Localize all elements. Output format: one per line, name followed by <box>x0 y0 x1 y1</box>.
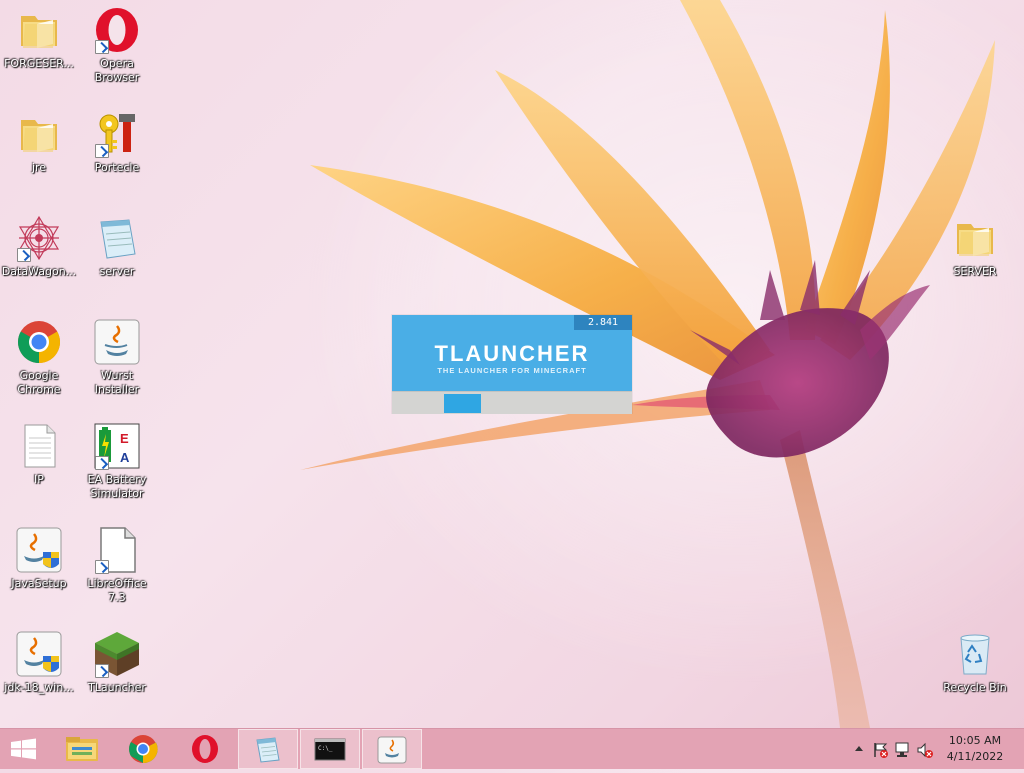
taskbar-clock[interactable]: 10:05 AM 4/11/2022 <box>940 733 1010 765</box>
command-prompt-icon: C:\_ <box>314 738 346 761</box>
volume-muted-icon[interactable] <box>916 741 934 759</box>
shortcut-arrow-icon <box>95 664 109 678</box>
desktop-icon-opera[interactable]: Opera Browser <box>78 6 156 85</box>
desktop-icon-tlauncher[interactable]: TLauncher <box>78 630 156 695</box>
shortcut-arrow-icon <box>95 456 109 470</box>
clock-date: 4/11/2022 <box>946 750 1004 763</box>
eabattery-icon: E A <box>93 422 141 470</box>
desktop-icon-recyclebin[interactable]: Recycle Bin <box>936 630 1014 695</box>
tlauncher-progress-indicator <box>444 394 481 413</box>
svg-text:A: A <box>120 450 130 465</box>
tlauncher-version: 2.841 <box>574 315 632 330</box>
desktop-icon-label: SERVER <box>953 265 997 278</box>
desktop-icon-eabattery[interactable]: E A EA Battery Simulator <box>78 422 156 501</box>
shortcut-arrow-icon <box>95 40 109 54</box>
chrome-icon <box>15 318 63 366</box>
shortcut-arrow-icon <box>95 560 109 574</box>
desktop-icon-javasetup[interactable]: JavaSetup <box>0 526 78 591</box>
desktop-icon-label: EA Battery Simulator <box>87 473 147 500</box>
desktop-icon-label: jre <box>31 161 47 174</box>
desktop-icon-label: Portecle <box>94 161 140 174</box>
desktop-icon-label: Opera Browser <box>94 57 140 84</box>
taskbar-opera[interactable] <box>175 729 235 769</box>
desktop-icon-server-folder[interactable]: SERVER <box>936 214 1014 279</box>
recyclebin-icon <box>951 630 999 678</box>
desktop-icon-label: JavaSetup <box>11 577 67 590</box>
grassblock-icon <box>93 630 141 678</box>
tlauncher-progress-bar <box>392 391 632 414</box>
svg-text:C:\_: C:\_ <box>318 745 333 752</box>
desktop-icon-label: IP <box>34 473 44 486</box>
desktop-icon-portecle[interactable]: Portecle <box>78 110 156 175</box>
notepad-icon <box>256 737 280 763</box>
desktop-icon-wurst[interactable]: Wurst Installer <box>78 318 156 397</box>
system-tray: 10:05 AM 4/11/2022 <box>844 729 1024 769</box>
desktop-icon-label: jdk-18_win... <box>4 681 74 694</box>
desktop-icon-label: Recycle Bin <box>943 681 1007 694</box>
opera-icon <box>192 735 218 763</box>
network-icon[interactable] <box>894 741 912 759</box>
portecle-icon <box>93 110 141 158</box>
javasetup-icon <box>15 630 63 678</box>
taskbar-notepad[interactable] <box>238 729 298 769</box>
desktop-icon-libreoffice[interactable]: LibreOffice 7.3 <box>78 526 156 605</box>
desktop-icon-ip[interactable]: IP <box>0 422 78 487</box>
taskbar-command-prompt[interactable]: C:\_ <box>300 729 360 769</box>
chrome-icon <box>129 735 158 764</box>
show-hidden-icon[interactable] <box>852 741 866 757</box>
taskbar-chrome[interactable] <box>113 729 173 769</box>
tlauncher-subtitle: THE LAUNCHER FOR MINECRAFT <box>437 366 587 375</box>
folder-icon <box>951 214 999 262</box>
file-explorer-icon <box>66 737 98 761</box>
datawagon-icon <box>15 214 63 262</box>
libreoffice-icon <box>93 526 141 574</box>
start-button[interactable] <box>0 729 60 769</box>
tlauncher-splash: 2.841 TLAUNCHER THE LAUNCHER FOR MINECRA… <box>392 315 632 414</box>
clock-time: 10:05 AM <box>948 734 1002 747</box>
action-center-flag-icon[interactable] <box>872 741 890 759</box>
desktop-icon-jre[interactable]: jre <box>0 110 78 175</box>
desktop-icon-forgeserver[interactable]: FORGESER... <box>0 6 78 71</box>
desktop-icon-label: Wurst Installer <box>94 369 140 396</box>
taskbar: C:\_ 10:05 AM 4/11/2022 <box>0 728 1024 769</box>
shortcut-arrow-icon <box>95 144 109 158</box>
opera-icon <box>93 6 141 54</box>
tlauncher-title: TLAUNCHER <box>434 341 590 366</box>
javasetup-icon <box>15 526 63 574</box>
desktop-icon-label: DataWagon... <box>1 265 77 278</box>
desktop-icon-datawagon[interactable]: DataWagon... <box>0 214 78 279</box>
textfile-icon <box>15 422 63 470</box>
windows-logo-icon <box>11 738 36 760</box>
desktop-icon-label: Google Chrome <box>17 369 61 396</box>
folder-icon <box>15 6 63 54</box>
shortcut-arrow-icon <box>17 248 31 262</box>
folder-icon <box>15 110 63 158</box>
taskbar-java[interactable] <box>362 729 422 769</box>
taskbar-file-explorer[interactable] <box>52 729 112 769</box>
desktop-icon-label: server <box>99 265 135 278</box>
java-icon <box>93 318 141 366</box>
java-icon <box>377 736 407 764</box>
desktop-icon-label: LibreOffice 7.3 <box>87 577 147 604</box>
desktop-icon-label: FORGESER... <box>4 57 74 70</box>
desktop-icon-chrome[interactable]: Google Chrome <box>0 318 78 397</box>
notepad-icon <box>93 214 141 262</box>
svg-text:E: E <box>120 431 129 446</box>
desktop-icon-jdk18[interactable]: jdk-18_win... <box>0 630 78 695</box>
desktop-icon-server-notepad[interactable]: server <box>78 214 156 279</box>
desktop-icon-label: TLauncher <box>88 681 146 694</box>
